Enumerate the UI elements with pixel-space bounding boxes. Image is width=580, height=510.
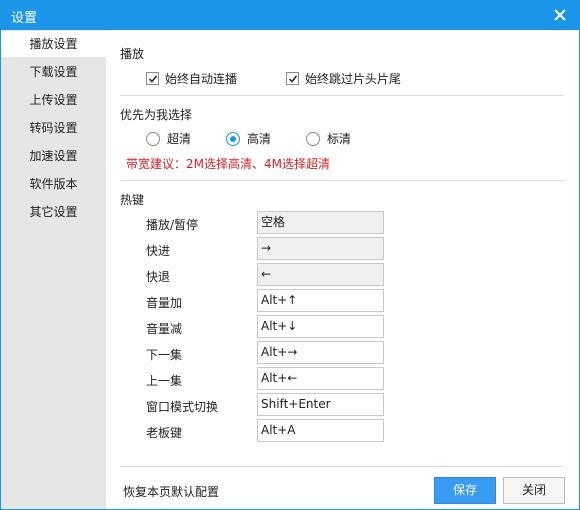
bandwidth-hint: 带宽建议：2M选择高清、4M选择超清 — [126, 157, 330, 171]
settings-window: 设置 播放设置 下载设置 上传设置 转码设置 加速设置 软件版本 其它设置 播放… — [0, 0, 580, 510]
hotkey-label-prev-episode: 上一集 — [146, 374, 183, 388]
hotkey-label-next-episode: 下一集 — [146, 348, 183, 362]
quality-option-label: 超清 — [167, 132, 192, 146]
hotkey-field-play-pause: 空格 — [257, 211, 384, 234]
sidebar-item-upload[interactable]: 上传设置 — [1, 87, 106, 113]
hotkey-label-volume-up: 音量加 — [146, 296, 183, 310]
skip-intro-label: 始终跳过片头片尾 — [305, 72, 402, 86]
footer-divider — [120, 466, 564, 467]
skip-intro-checkbox[interactable]: 始终跳过片头片尾 — [286, 70, 401, 87]
section-divider — [120, 180, 564, 181]
sidebar-item-other[interactable]: 其它设置 — [1, 199, 106, 225]
radio-icon — [146, 131, 160, 146]
hotkey-field-rewind: ← — [257, 263, 384, 286]
playback-section-title: 播放 — [120, 47, 145, 61]
hotkey-field-volume-down[interactable]: Alt+↓ — [257, 315, 384, 338]
title-bar[interactable]: 设置 — [1, 1, 579, 30]
hotkey-field-window-mode[interactable]: Shift+Enter — [257, 393, 384, 416]
hotkey-label-forward: 快进 — [146, 244, 171, 258]
settings-panel: 播放 始终自动连播 始终跳过片头片尾 优先为我选择 超清 高清 标清 带宽建议：… — [106, 30, 579, 509]
sidebar-item-playback[interactable]: 播放设置 — [1, 31, 106, 57]
hotkey-field-boss-key[interactable]: Alt+A — [257, 419, 384, 442]
sidebar-item-transcode[interactable]: 转码设置 — [1, 115, 106, 141]
close-icon[interactable] — [549, 4, 571, 26]
hotkey-field-next-episode[interactable]: Alt+→ — [257, 341, 384, 364]
quality-option-label: 高清 — [247, 132, 272, 146]
hotkey-label-boss-key: 老板键 — [146, 426, 183, 440]
quality-option-label: 标清 — [327, 132, 352, 146]
hotkeys-section-title: 热键 — [120, 193, 145, 207]
close-button[interactable]: 关闭 — [503, 477, 565, 504]
hotkey-label-play-pause: 播放/暂停 — [146, 218, 199, 232]
quality-section-title: 优先为我选择 — [120, 108, 193, 122]
sidebar-item-version[interactable]: 软件版本 — [1, 171, 106, 197]
restore-defaults-link[interactable]: 恢复本页默认配置 — [123, 483, 219, 500]
window-title: 设置 — [11, 11, 38, 26]
quality-option-hd[interactable]: 高清 — [226, 130, 271, 147]
checkbox-check-icon — [286, 72, 299, 85]
auto-play-checkbox[interactable]: 始终自动连播 — [146, 70, 237, 87]
settings-sidebar: 播放设置 下载设置 上传设置 转码设置 加速设置 软件版本 其它设置 — [1, 30, 106, 509]
section-divider — [120, 95, 564, 96]
hotkey-label-window-mode: 窗口模式切换 — [146, 400, 219, 414]
sidebar-item-download[interactable]: 下载设置 — [1, 59, 106, 85]
save-button[interactable]: 保存 — [434, 477, 496, 504]
quality-option-super-hd[interactable]: 超清 — [146, 130, 191, 147]
radio-icon — [306, 131, 320, 146]
hotkey-label-rewind: 快退 — [146, 270, 171, 284]
checkbox-check-icon — [146, 72, 159, 85]
hotkey-field-volume-up[interactable]: Alt+↑ — [257, 289, 384, 312]
hotkey-label-volume-down: 音量减 — [146, 322, 183, 336]
hotkey-field-prev-episode[interactable]: Alt+← — [257, 367, 384, 390]
sidebar-item-acceleration[interactable]: 加速设置 — [1, 143, 106, 169]
auto-play-label: 始终自动连播 — [165, 72, 238, 86]
quality-option-sd[interactable]: 标清 — [306, 130, 351, 147]
radio-selected-icon — [226, 131, 240, 146]
hotkey-field-forward: → — [257, 237, 384, 260]
